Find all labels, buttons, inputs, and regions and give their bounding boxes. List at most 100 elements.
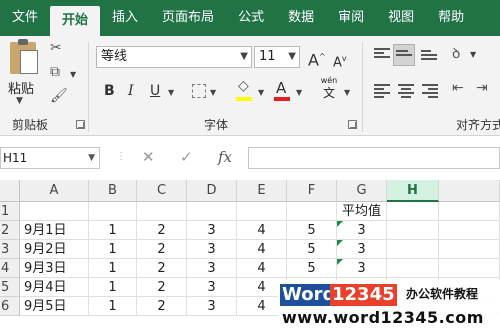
cell-d1[interactable] [187, 202, 237, 221]
tab-help[interactable]: 帮助 [426, 0, 476, 36]
row-header-3[interactable]: 3 [0, 240, 20, 259]
column-header-f[interactable]: F [287, 180, 337, 202]
cell-d6[interactable]: 3 [187, 297, 237, 316]
align-top-icon[interactable] [374, 48, 390, 62]
cell-a3[interactable]: 9月2日 [20, 240, 89, 259]
phonetic-dropdown-icon[interactable]: ▼ [344, 88, 350, 97]
cell-b5[interactable]: 1 [89, 278, 137, 297]
align-bottom-icon[interactable] [421, 50, 437, 64]
increase-indent-icon[interactable]: ⇥ [476, 80, 488, 96]
tab-page-layout[interactable]: 页面布局 [150, 0, 226, 36]
underline-dropdown-icon[interactable]: ▼ [168, 88, 174, 97]
cut-icon[interactable]: ✂ [50, 40, 62, 56]
border-dropdown-icon[interactable]: ▼ [210, 88, 216, 97]
align-left-icon[interactable] [374, 84, 390, 98]
tab-insert[interactable]: 插入 [100, 0, 150, 36]
tab-formulas[interactable]: 公式 [226, 0, 276, 36]
cell-e3[interactable]: 4 [237, 240, 287, 259]
cell-h1[interactable] [387, 202, 439, 221]
column-header-a[interactable]: A [20, 180, 89, 202]
font-color-dropdown-icon[interactable]: ▼ [296, 88, 302, 97]
row-header-6[interactable]: 6 [0, 297, 20, 316]
cell-a1[interactable] [20, 202, 89, 221]
insert-function-icon[interactable]: fx [218, 148, 232, 166]
formula-input[interactable] [248, 147, 500, 169]
cell-h3[interactable] [387, 240, 439, 259]
align-right-icon[interactable] [422, 84, 438, 98]
column-header-g[interactable]: G [337, 180, 387, 202]
column-header-e[interactable]: E [237, 180, 287, 202]
tab-data[interactable]: 数据 [276, 0, 326, 36]
cell-c2[interactable]: 2 [137, 221, 187, 240]
phonetic-guide-button[interactable]: wén 文 [318, 76, 340, 102]
cell-b3[interactable]: 1 [89, 240, 137, 259]
cell-g2[interactable]: 3 [337, 221, 387, 240]
column-header-d[interactable]: D [187, 180, 237, 202]
font-dialog-launcher[interactable] [348, 120, 357, 129]
cell-h4[interactable] [387, 259, 439, 278]
bold-button[interactable]: B [104, 82, 115, 100]
align-center-icon[interactable] [398, 84, 414, 98]
cell-h2[interactable] [387, 221, 439, 240]
border-button[interactable] [192, 84, 206, 98]
cell-c6[interactable]: 2 [137, 297, 187, 316]
column-header-c[interactable]: C [137, 180, 187, 202]
cell-b1[interactable] [89, 202, 137, 221]
cell-g3[interactable]: 3 [337, 240, 387, 259]
cell-d5[interactable]: 3 [187, 278, 237, 297]
fill-color-icon[interactable]: ◇ [238, 78, 249, 94]
row-header-1[interactable]: 1 [0, 202, 20, 221]
cell-c4[interactable]: 2 [137, 259, 187, 278]
font-size-combobox[interactable]: 11 ▼ [254, 46, 300, 68]
cell-a5[interactable]: 9月4日 [20, 278, 89, 297]
cell-f4[interactable]: 5 [287, 259, 337, 278]
cell-a6[interactable]: 9月5日 [20, 297, 89, 316]
font-name-combobox[interactable]: 等线 ▼ [96, 46, 252, 68]
cell-a2[interactable]: 9月1日 [20, 221, 89, 240]
cancel-icon[interactable]: ✕ [142, 148, 155, 166]
cell-g4[interactable]: 3 [337, 259, 387, 278]
copy-dropdown-icon[interactable]: ▼ [70, 70, 76, 79]
cell-d2[interactable]: 3 [187, 221, 237, 240]
align-middle-icon[interactable] [396, 50, 412, 64]
cell-g1[interactable]: 平均值 [337, 202, 387, 221]
cell-b4[interactable]: 1 [89, 259, 137, 278]
orientation-dropdown-icon[interactable]: ▼ [470, 50, 476, 59]
cell-e4[interactable]: 4 [237, 259, 287, 278]
cell-b2[interactable]: 1 [89, 221, 137, 240]
row-header-2[interactable]: 2 [0, 221, 20, 240]
decrease-indent-icon[interactable]: ⇤ [452, 80, 464, 96]
tab-file[interactable]: 文件 [0, 0, 50, 36]
cell-d3[interactable]: 3 [187, 240, 237, 259]
cell-f3[interactable]: 5 [287, 240, 337, 259]
name-box[interactable]: H11 ▼ [0, 147, 100, 169]
cell-f2[interactable]: 5 [287, 221, 337, 240]
fill-color-dropdown-icon[interactable]: ▼ [258, 88, 264, 97]
copy-icon[interactable]: ⧉ [50, 64, 60, 80]
cell-a4[interactable]: 9月3日 [20, 259, 89, 278]
format-painter-icon[interactable]: 🖌 [50, 88, 68, 104]
orientation-icon[interactable]: ꝺ [452, 44, 460, 63]
tab-view[interactable]: 视图 [376, 0, 426, 36]
cell-c3[interactable]: 2 [137, 240, 187, 259]
column-header-h[interactable]: H [387, 180, 439, 202]
shrink-font-button[interactable]: Av [333, 50, 347, 72]
cell-c1[interactable] [137, 202, 187, 221]
cell-f1[interactable] [287, 202, 337, 221]
clipboard-dialog-launcher[interactable] [76, 120, 85, 129]
row-header-5[interactable]: 5 [0, 278, 20, 297]
cell-b6[interactable]: 1 [89, 297, 137, 316]
enter-icon[interactable]: ✓ [180, 148, 193, 166]
cell-d4[interactable]: 3 [187, 259, 237, 278]
cell-c5[interactable]: 2 [137, 278, 187, 297]
column-header-b[interactable]: B [89, 180, 137, 202]
underline-button[interactable]: U [150, 82, 160, 100]
paste-button[interactable]: 粘贴 ▼ [0, 36, 46, 108]
cell-e2[interactable]: 4 [237, 221, 287, 240]
tab-review[interactable]: 审阅 [326, 0, 376, 36]
font-color-button[interactable]: A [276, 79, 286, 97]
tab-home[interactable]: 开始 [50, 6, 101, 36]
grow-font-button[interactable]: A^ [308, 48, 326, 69]
select-all-corner[interactable] [0, 180, 20, 202]
italic-button[interactable]: I [128, 82, 134, 100]
